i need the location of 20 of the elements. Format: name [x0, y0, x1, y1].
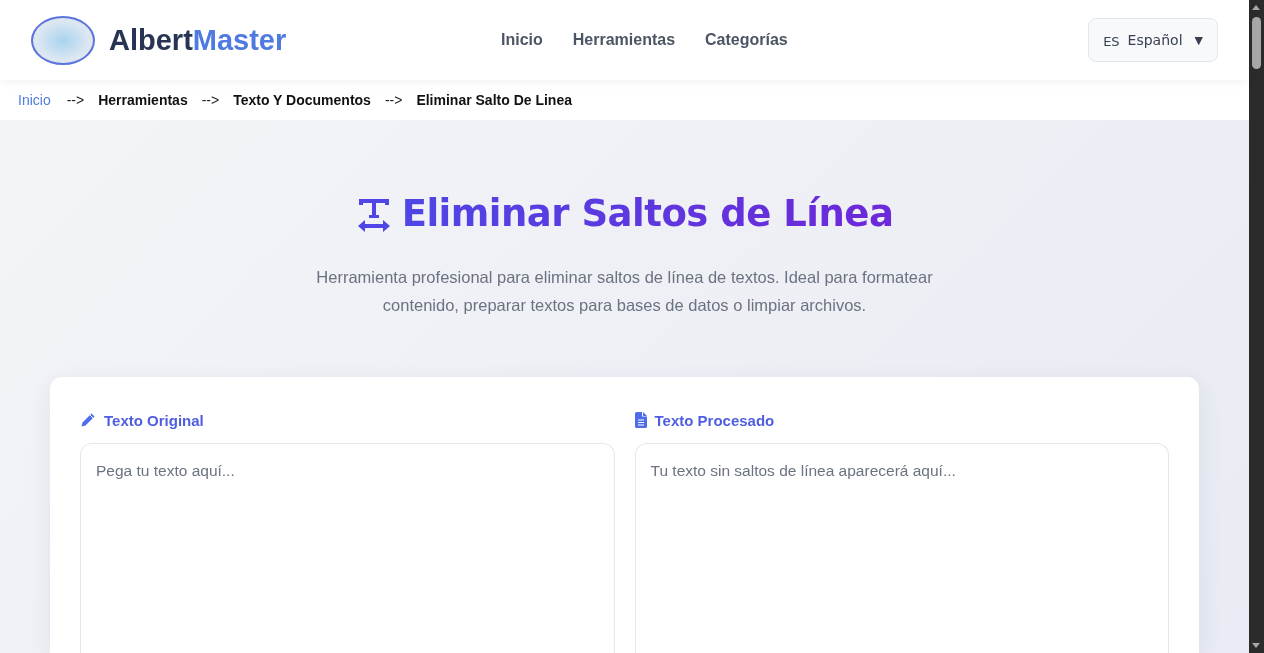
breadcrumb-separator: --> — [384, 92, 403, 108]
language-selector[interactable]: ES Español ▼ — [1088, 18, 1218, 62]
pencil-icon — [80, 412, 96, 428]
scrollbar[interactable] — [1249, 0, 1264, 653]
panel-label: Texto Original — [104, 411, 204, 429]
nav-link[interactable]: Categorías — [705, 31, 788, 49]
breadcrumb-separator: --> — [66, 92, 85, 108]
page-description: Herramienta profesional para eliminar saltos de línea de textos. Ideal para formatear contenido, preparar textos para bases de datos o limpiar archivos. — [315, 267, 934, 316]
breadcrumb-item[interactable]: Texto Y Documentos — [233, 92, 371, 108]
breadcrumb-item[interactable]: Herramientas — [98, 92, 188, 108]
brand-name[interactable]: AlbertMaster — [109, 23, 287, 57]
breadcrumb-separator: --> — [201, 92, 220, 108]
input-text-field[interactable]: Pega tu texto aquí... — [80, 443, 615, 653]
breadcrumb-link[interactable]: Inicio — [18, 92, 51, 108]
breadcrumb-item[interactable]: Eliminar Salto De Linea — [416, 92, 572, 108]
nav-link[interactable]: Inicio — [501, 31, 543, 49]
panel-label: Texto Procesado — [654, 411, 775, 429]
output-text-field[interactable]: Tu texto sin saltos de línea aparecerá aquí... — [634, 443, 1169, 653]
document-icon — [634, 412, 647, 428]
nav-link[interactable]: Herramientas — [572, 31, 676, 49]
